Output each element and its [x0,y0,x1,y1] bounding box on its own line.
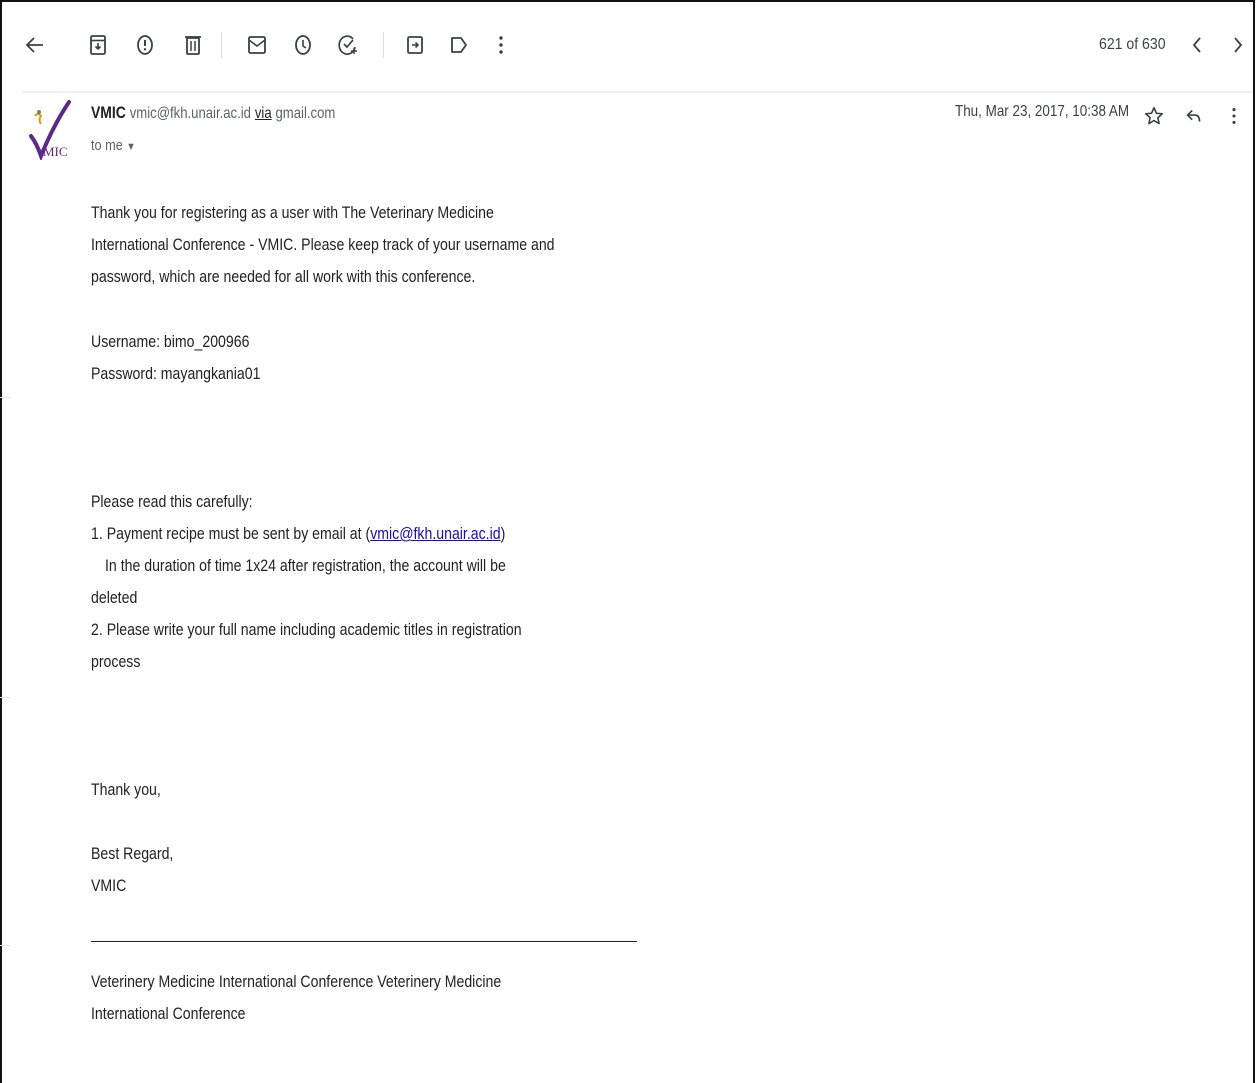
via-link[interactable]: via [255,105,272,122]
via-domain: gmail.com [275,105,336,122]
sender-email: vmic@fkh.unair.ac.id [129,105,251,122]
message-date: Thu, Mar 23, 2017, 10:38 AM [955,103,1130,120]
instructions-heading: Please read this carefully: [91,492,253,511]
message-counter: 621 of 630 [1099,36,1166,53]
caret-down-icon: ▼ [126,141,136,153]
instruction-item-2: 2. Please write your full name including… [91,620,522,639]
newer-chevron-icon[interactable] [1182,28,1212,62]
reply-icon[interactable] [1181,103,1207,129]
message-toolbar: 621 of 630 [2,2,1253,88]
footer-line: International Conference [91,1004,246,1023]
edge-mark [0,697,10,698]
delete-icon[interactable] [178,28,208,62]
move-to-icon[interactable] [400,28,430,62]
body-line: password, which are needed for all work … [91,267,476,286]
edge-mark [0,397,10,398]
signature-name: VMIC [91,876,127,895]
add-task-icon[interactable] [333,28,363,62]
svg-text:MIC: MIC [43,144,68,159]
body-line: Thank you for registering as a user with… [91,203,494,222]
star-icon[interactable] [1141,103,1167,129]
email-link[interactable]: vmic@fkh.unair.ac.id [370,524,500,543]
instruction-item-1-cont: In the duration of time 1x24 after regis… [105,556,506,575]
instruction-item-2-cont: process [91,652,141,671]
toolbar-divider [22,91,1253,93]
instruction-item-1: 1. Payment recipe must be sent by email … [91,524,506,543]
more-vert-icon[interactable] [486,28,516,62]
back-arrow-icon[interactable] [20,28,50,62]
sender-logo-avatar: MIC [25,96,73,162]
username-line: Username: bimo_200966 [91,332,250,351]
footer-line: Veterinery Medicine International Confer… [91,972,502,991]
instruction-item-1-cont: deleted [91,588,138,607]
closing-regard: Best Regard, [91,844,174,863]
to-me-label: to me [91,137,123,154]
archive-icon[interactable] [83,28,113,62]
older-chevron-icon[interactable] [1223,28,1253,62]
closing-thanks: Thank you, [91,780,161,799]
message-more-icon[interactable] [1221,103,1247,129]
sender-name[interactable]: VMIC [91,103,126,122]
report-spam-icon[interactable] [130,28,160,62]
snooze-icon[interactable] [288,28,318,62]
edge-mark [0,945,10,946]
sender-line: VMIC vmic@fkh.unair.ac.id via gmail.com [91,103,335,123]
signature-divider [91,941,637,942]
recipient-details-toggle[interactable]: to me ▼ [91,137,136,154]
mark-unread-icon[interactable] [242,28,272,62]
body-line: International Conference - VMIC. Please … [91,235,555,254]
label-icon[interactable] [444,28,474,62]
password-line: Password: mayangkania01 [91,364,261,383]
